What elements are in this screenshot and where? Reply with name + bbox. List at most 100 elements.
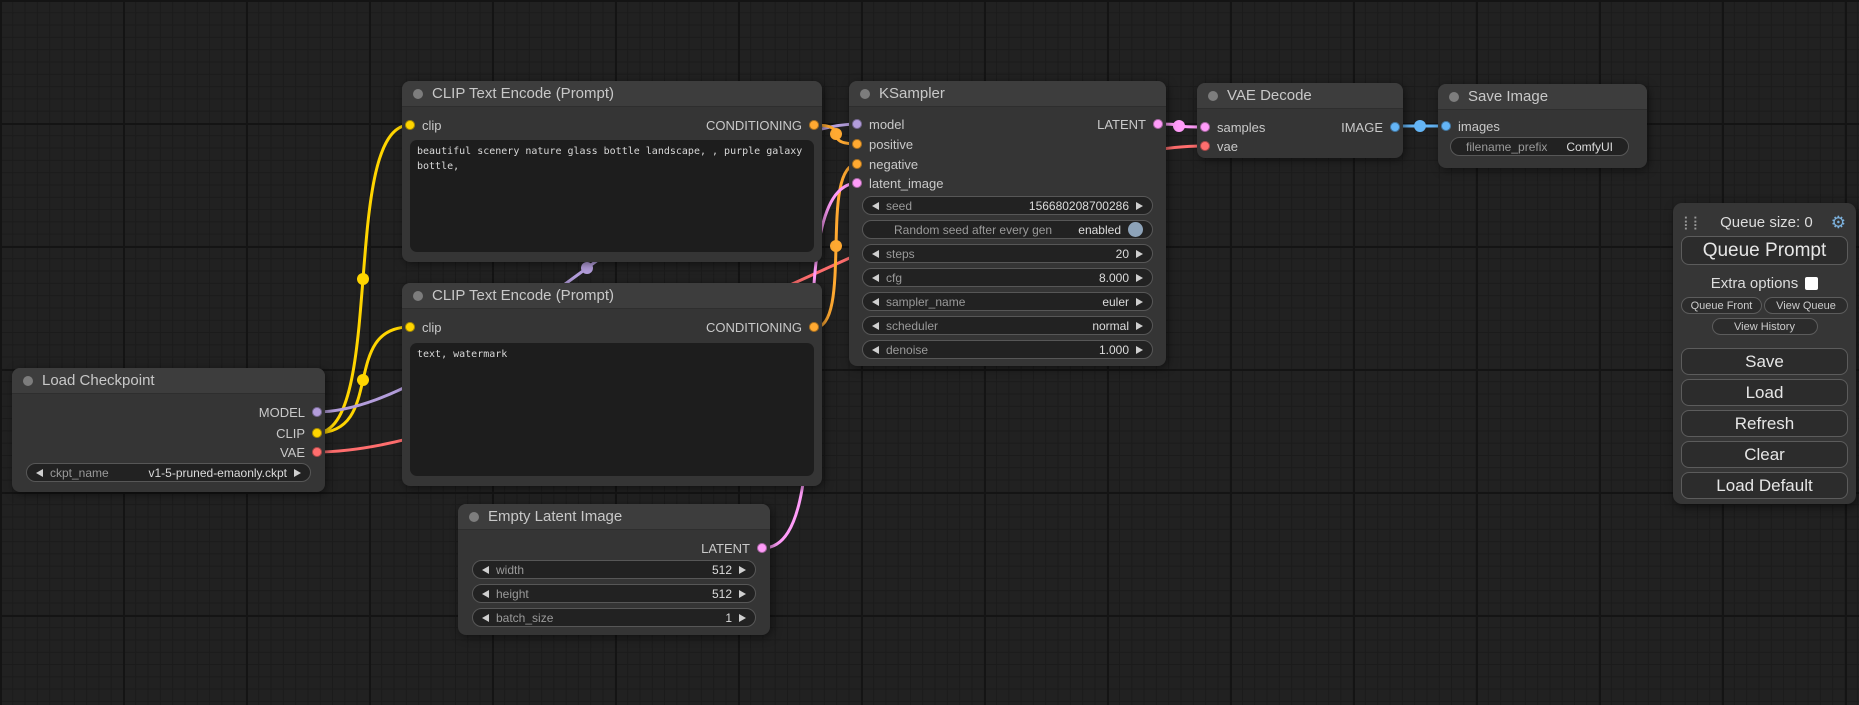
conditioning-port-icon[interactable] — [809, 120, 819, 130]
decrement-arrow-icon[interactable] — [872, 274, 879, 282]
node-title-bar[interactable]: Load Checkpoint — [12, 368, 325, 394]
view-history-button[interactable]: View History — [1712, 318, 1818, 335]
positive-prompt-textarea[interactable]: beautiful scenery nature glass bottle la… — [410, 140, 814, 252]
node-clip-text-encode-positive[interactable]: CLIP Text Encode (Prompt) clip CONDITION… — [402, 81, 822, 262]
load-default-button[interactable]: Load Default — [1681, 472, 1848, 499]
node-vae-decode[interactable]: VAE Decode samples vae IMAGE — [1197, 83, 1403, 158]
link-midpoint-dot[interactable] — [1173, 120, 1185, 132]
widget-value[interactable]: 156680208700286 — [1029, 199, 1129, 213]
random-seed-toggle-widget[interactable]: Random seed after every gen enabled — [862, 220, 1153, 239]
input-model[interactable]: model — [852, 116, 904, 132]
increment-arrow-icon[interactable] — [1136, 202, 1143, 210]
increment-arrow-icon[interactable] — [739, 590, 746, 598]
refresh-button[interactable]: Refresh — [1681, 410, 1848, 437]
height-widget[interactable]: height 512 — [472, 584, 756, 603]
widget-value[interactable]: 1 — [725, 611, 732, 625]
toggle-knob-icon[interactable] — [1128, 222, 1143, 237]
filename-prefix-widget[interactable]: filename_prefix ComfyUI — [1450, 137, 1629, 156]
model-port-icon[interactable] — [312, 407, 322, 417]
link-midpoint-dot[interactable] — [581, 262, 593, 274]
node-title-bar[interactable]: Empty Latent Image — [458, 504, 770, 530]
input-latent-image[interactable]: latent_image — [852, 175, 943, 191]
increment-arrow-icon[interactable] — [1136, 322, 1143, 330]
decrement-arrow-icon[interactable] — [872, 322, 879, 330]
node-title-bar[interactable]: Save Image — [1438, 84, 1647, 110]
widget-value[interactable]: euler — [1102, 295, 1129, 309]
latent-port-icon[interactable] — [1200, 122, 1210, 132]
increment-arrow-icon[interactable] — [739, 566, 746, 574]
decrement-arrow-icon[interactable] — [872, 250, 879, 258]
decrement-arrow-icon[interactable] — [36, 469, 43, 477]
clip-port-icon[interactable] — [405, 322, 415, 332]
model-port-icon[interactable] — [852, 119, 862, 129]
widget-value[interactable]: 512 — [712, 587, 732, 601]
clip-port-icon[interactable] — [312, 428, 322, 438]
output-vae[interactable]: VAE — [280, 444, 322, 460]
negative-prompt-textarea[interactable]: text, watermark — [410, 343, 814, 476]
node-title-bar[interactable]: CLIP Text Encode (Prompt) — [402, 283, 822, 309]
node-title-bar[interactable]: KSampler — [849, 81, 1166, 107]
decrement-arrow-icon[interactable] — [482, 614, 489, 622]
widget-value[interactable]: 1.000 — [1099, 343, 1129, 357]
link-midpoint-dot[interactable] — [357, 374, 369, 386]
widget-value[interactable]: v1-5-pruned-emaonly.ckpt — [148, 466, 287, 480]
widget-value[interactable]: 20 — [1116, 247, 1129, 261]
node-title-bar[interactable]: CLIP Text Encode (Prompt) — [402, 81, 822, 107]
increment-arrow-icon[interactable] — [1136, 298, 1143, 306]
input-clip[interactable]: clip — [405, 319, 442, 335]
output-clip[interactable]: CLIP — [276, 425, 322, 441]
seed-widget[interactable]: seed 156680208700286 — [862, 196, 1153, 215]
widget-value[interactable]: normal — [1092, 319, 1129, 333]
conditioning-port-icon[interactable] — [852, 139, 862, 149]
load-button[interactable]: Load — [1681, 379, 1848, 406]
scheduler-widget[interactable]: scheduler normal — [862, 316, 1153, 335]
output-latent[interactable]: LATENT — [1097, 116, 1163, 132]
increment-arrow-icon[interactable] — [1136, 274, 1143, 282]
batch-size-widget[interactable]: batch_size 1 — [472, 608, 756, 627]
view-queue-button[interactable]: View Queue — [1764, 297, 1848, 314]
input-negative[interactable]: negative — [852, 156, 918, 172]
cfg-widget[interactable]: cfg 8.000 — [862, 268, 1153, 287]
decrement-arrow-icon[interactable] — [482, 566, 489, 574]
conditioning-port-icon[interactable] — [809, 322, 819, 332]
decrement-arrow-icon[interactable] — [482, 590, 489, 598]
output-conditioning[interactable]: CONDITIONING — [706, 117, 819, 133]
image-port-icon[interactable] — [1390, 122, 1400, 132]
link-midpoint-dot[interactable] — [830, 128, 842, 140]
node-clip-text-encode-negative[interactable]: CLIP Text Encode (Prompt) clip CONDITION… — [402, 283, 822, 486]
decrement-arrow-icon[interactable] — [872, 346, 879, 354]
latent-port-icon[interactable] — [757, 543, 767, 553]
link-midpoint-dot[interactable] — [357, 273, 369, 285]
output-conditioning[interactable]: CONDITIONING — [706, 319, 819, 335]
input-clip[interactable]: clip — [405, 117, 442, 133]
input-positive[interactable]: positive — [852, 136, 913, 152]
output-latent[interactable]: LATENT — [701, 540, 767, 556]
node-title-bar[interactable]: VAE Decode — [1197, 83, 1403, 109]
node-graph-canvas[interactable]: Load Checkpoint MODEL CLIP VAE ckpt_name… — [0, 0, 1859, 705]
latent-port-icon[interactable] — [852, 178, 862, 188]
input-vae[interactable]: vae — [1200, 138, 1238, 154]
conditioning-port-icon[interactable] — [852, 159, 862, 169]
vae-port-icon[interactable] — [312, 447, 322, 457]
output-image[interactable]: IMAGE — [1341, 119, 1400, 135]
ckpt-name-widget[interactable]: ckpt_name v1-5-pruned-emaonly.ckpt — [26, 463, 311, 482]
save-button[interactable]: Save — [1681, 348, 1848, 375]
increment-arrow-icon[interactable] — [739, 614, 746, 622]
output-model[interactable]: MODEL — [259, 404, 322, 420]
node-ksampler[interactable]: KSampler model positive negative latent_… — [849, 81, 1166, 366]
latent-port-icon[interactable] — [1153, 119, 1163, 129]
clip-port-icon[interactable] — [405, 120, 415, 130]
vae-port-icon[interactable] — [1200, 141, 1210, 151]
drag-handle-icon[interactable]: ⡇⡇ — [1683, 216, 1702, 229]
widget-value[interactable]: 512 — [712, 563, 732, 577]
widget-value[interactable]: ComfyUI — [1566, 140, 1613, 154]
denoise-widget[interactable]: denoise 1.000 — [862, 340, 1153, 359]
increment-arrow-icon[interactable] — [1136, 250, 1143, 258]
link-midpoint-dot[interactable] — [830, 240, 842, 252]
input-samples[interactable]: samples — [1200, 119, 1265, 135]
image-port-icon[interactable] — [1441, 121, 1451, 131]
clear-button[interactable]: Clear — [1681, 441, 1848, 468]
sampler-name-widget[interactable]: sampler_name euler — [862, 292, 1153, 311]
width-widget[interactable]: width 512 — [472, 560, 756, 579]
queue-front-button[interactable]: Queue Front — [1681, 297, 1762, 314]
